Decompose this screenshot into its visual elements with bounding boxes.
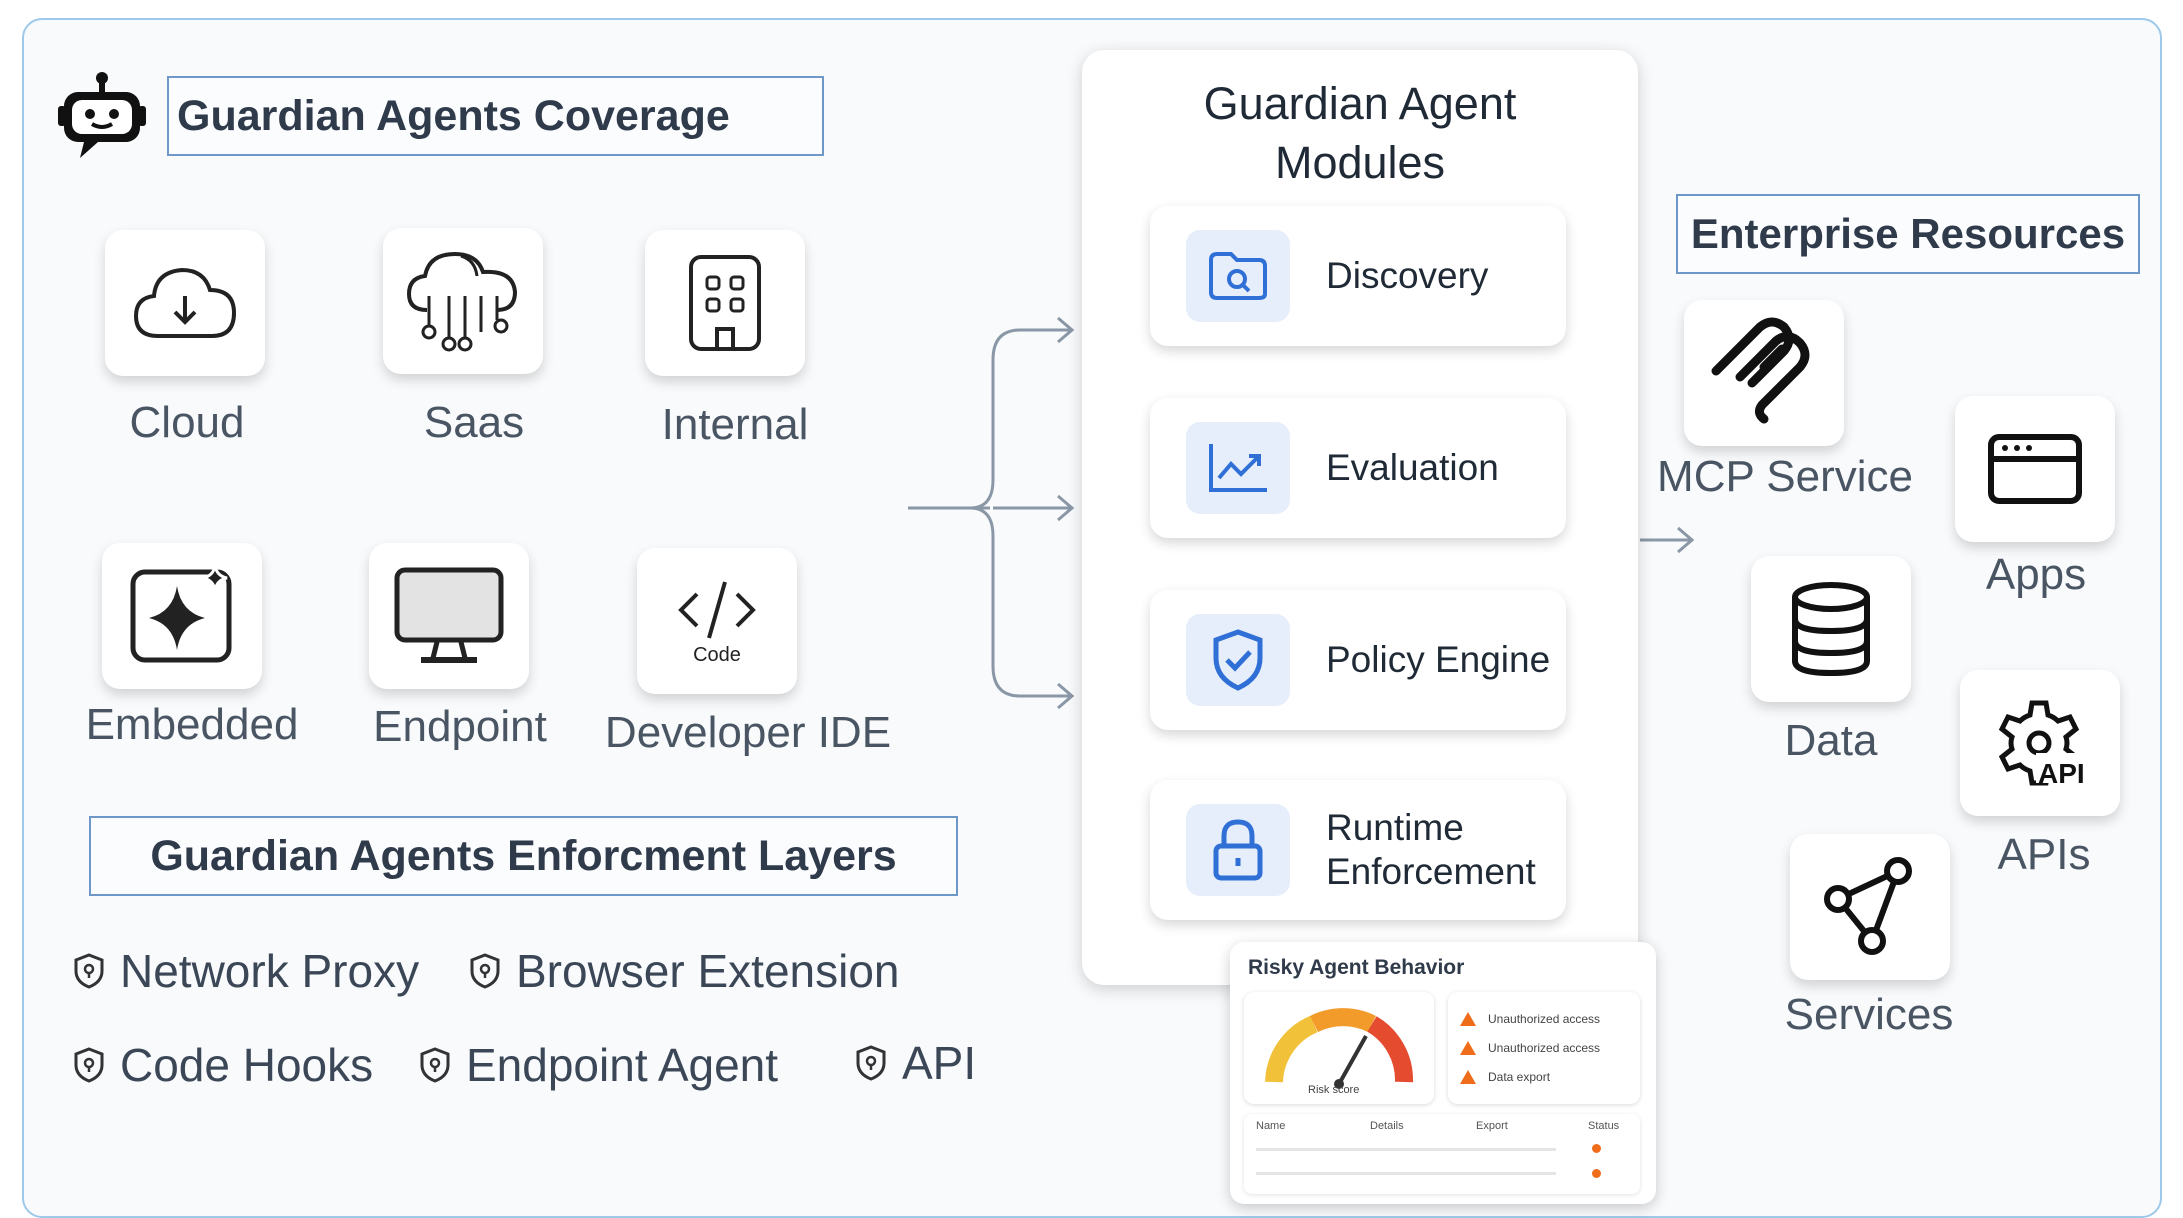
- trend-chart-icon: [1209, 444, 1267, 492]
- label-apps: Apps: [1985, 550, 2087, 599]
- module-label: Discovery: [1326, 254, 1489, 296]
- module-discovery: Discovery: [1150, 206, 1566, 346]
- label-mcp-service: MCP Service: [1657, 452, 1913, 501]
- module-label: Policy Engine: [1326, 638, 1551, 680]
- status-dot: [1592, 1144, 1601, 1153]
- module-label: Evaluation: [1326, 446, 1499, 488]
- warning-icon: [1460, 1012, 1476, 1026]
- module-label-line1: Runtime: [1326, 806, 1464, 848]
- table-header: Export: [1476, 1120, 1508, 1132]
- gauge-label: Risk score: [1308, 1084, 1360, 1096]
- module-runtime-enforcement: Runtime Enforcement: [1150, 780, 1566, 920]
- tile-mcp-service: [1684, 300, 1844, 446]
- warning-icon: [1460, 1070, 1476, 1084]
- module-label: Runtime Enforcement: [1326, 780, 1536, 920]
- risk-alerts: Unauthorized access Unauthorized access …: [1448, 992, 1640, 1104]
- label-apis: APIs: [1997, 830, 2091, 879]
- modules-title-line2: Modules: [1274, 137, 1446, 188]
- resources-title-text: Enterprise Resources: [1690, 210, 2126, 257]
- risk-gauge: Risk score: [1244, 992, 1434, 1104]
- folder-search-icon: [1209, 252, 1267, 300]
- browser-window-icon: [1988, 434, 2082, 504]
- module-evaluation: Evaluation: [1150, 398, 1566, 538]
- table-header: Name: [1256, 1120, 1286, 1132]
- resources-title: Enterprise Resources: [1676, 194, 2140, 274]
- table-row-placeholder: [1256, 1172, 1556, 1175]
- warning-icon: [1460, 1041, 1476, 1055]
- share-nodes-icon: [1824, 857, 1912, 955]
- tile-data: [1751, 556, 1911, 702]
- table-header: Status: [1588, 1120, 1620, 1132]
- label-data: Data: [1784, 716, 1878, 765]
- alert-row: Unauthorized access: [1460, 1012, 1600, 1026]
- risk-title: Risky Agent Behavior: [1248, 956, 1465, 979]
- alert-row: Unauthorized access: [1460, 1041, 1600, 1055]
- tile-apps: [1955, 396, 2115, 542]
- tile-services: [1790, 834, 1950, 980]
- label-services: Services: [1784, 990, 1954, 1039]
- database-icon: [1792, 582, 1870, 677]
- lock-icon: [1213, 819, 1263, 881]
- table-header: Details: [1370, 1120, 1404, 1132]
- module-policy-engine: Policy Engine: [1150, 590, 1566, 730]
- api-icon-text: API: [2038, 758, 2085, 789]
- tile-apis: API: [1960, 670, 2120, 816]
- module-label-line2: Enforcement: [1326, 851, 1536, 892]
- table-row-placeholder: [1256, 1148, 1556, 1151]
- modules-title: Guardian Agent Modules: [1082, 74, 1638, 192]
- mcp-icon: [1711, 317, 1810, 424]
- risk-table: Name Details Export Status: [1244, 1114, 1640, 1194]
- modules-title-line1: Guardian Agent: [1203, 78, 1517, 129]
- risk-card: Risky Agent Behavior Risk score Unauthor…: [1230, 942, 1656, 1204]
- shield-check-icon: [1213, 629, 1263, 691]
- alert-row: Data export: [1460, 1070, 1550, 1084]
- status-dot: [1592, 1169, 1601, 1178]
